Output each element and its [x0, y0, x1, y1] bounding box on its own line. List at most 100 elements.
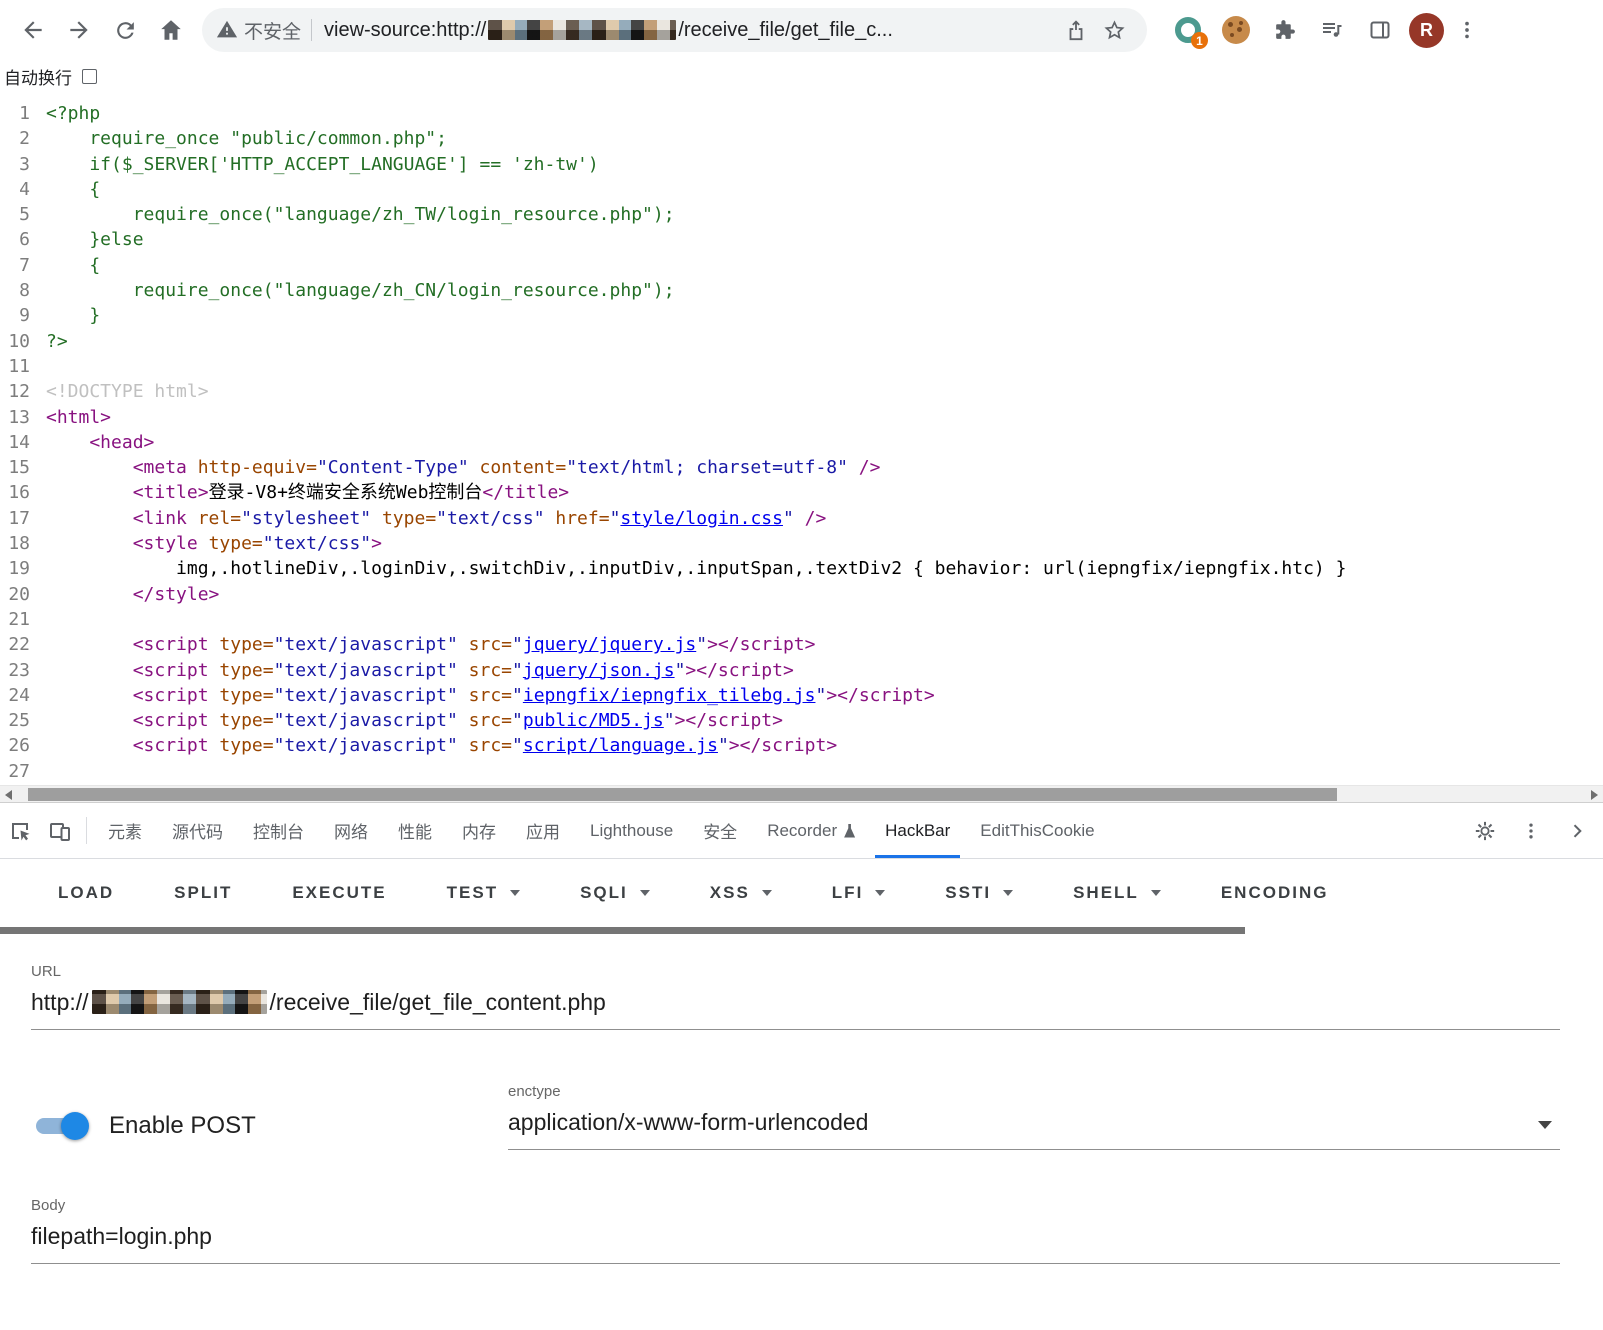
source-link[interactable]: public/MD5.js	[523, 710, 664, 731]
hackbar-scrollbar-thumb[interactable]	[0, 927, 1245, 934]
hackbar-item-lfi[interactable]: LFI	[802, 883, 916, 903]
syntax-token: "	[664, 710, 675, 731]
scroll-left-arrow-icon[interactable]	[5, 790, 12, 800]
syntax-token: "	[512, 634, 523, 655]
cookie-extension-button[interactable]	[1217, 11, 1255, 49]
devtools-tab-HackBar[interactable]: HackBar	[870, 803, 965, 858]
inspect-cursor-icon	[8, 819, 32, 843]
kebab-menu-icon	[1456, 19, 1478, 41]
browser-toolbar: 不安全 view-source:http:///receive_file/get…	[0, 0, 1603, 60]
reload-icon	[113, 18, 138, 43]
side-panel-button[interactable]	[1361, 11, 1399, 49]
url-text[interactable]: view-source:http:///receive_file/get_fil…	[324, 19, 1053, 42]
devtools-tab-EditThisCookie[interactable]: EditThisCookie	[965, 803, 1109, 858]
syntax-token: "	[610, 508, 621, 529]
syntax-token	[458, 710, 469, 731]
gear-icon	[1474, 820, 1496, 842]
source-link[interactable]: jquery/jquery.js	[523, 634, 696, 655]
playlist-extension-button[interactable]	[1313, 11, 1351, 49]
address-bar[interactable]: 不安全 view-source:http:///receive_file/get…	[202, 8, 1147, 52]
share-button[interactable]	[1057, 11, 1095, 49]
code-text: require_once "public/common.php";	[46, 126, 447, 151]
hackbar-item-execute[interactable]: EXECUTE	[262, 883, 416, 903]
word-wrap-checkbox[interactable]	[82, 69, 97, 84]
hackbar-item-encoding[interactable]: ENCODING	[1191, 883, 1359, 903]
syntax-token: "Content-Type"	[317, 457, 469, 478]
source-line: 7 {	[0, 253, 1603, 278]
syntax-token: src=	[469, 685, 512, 706]
devtools-tab-应用[interactable]: 应用	[511, 803, 575, 858]
browser-menu-button[interactable]	[1454, 11, 1480, 49]
devtools-tab-Lighthouse[interactable]: Lighthouse	[575, 803, 688, 858]
more-tabs-button[interactable]	[1557, 821, 1597, 841]
hackbar-item-split[interactable]: SPLIT	[144, 883, 262, 903]
body-input[interactable]: filepath=login.php	[31, 1223, 1560, 1264]
proxy-extension-button[interactable]: 1	[1169, 11, 1207, 49]
syntax-token: "	[512, 710, 523, 731]
scroll-right-arrow-icon[interactable]	[1591, 790, 1598, 800]
reload-button[interactable]	[102, 7, 148, 53]
horizontal-scrollbar[interactable]	[0, 785, 1603, 802]
syntax-token: rel=	[198, 508, 241, 529]
syntax-token: type=	[219, 735, 273, 756]
hackbar-item-xss[interactable]: XSS	[680, 883, 802, 903]
inspect-element-button[interactable]	[0, 803, 40, 858]
code-text: <link rel="stylesheet" type="text/css" h…	[46, 506, 826, 531]
dropdown-caret-icon	[762, 890, 772, 896]
code-text: }	[46, 303, 100, 328]
enable-post-toggle[interactable]	[31, 1111, 91, 1141]
syntax-token: ></script>	[675, 710, 783, 731]
syntax-token: />	[794, 508, 827, 529]
syntax-token: type=	[382, 508, 436, 529]
devtools-tab-控制台[interactable]: 控制台	[238, 803, 319, 858]
url-input[interactable]: http:///receive_file/get_file_content.ph…	[31, 989, 1560, 1030]
devtools-tab-Recorder[interactable]: Recorder	[752, 803, 870, 858]
share-icon	[1065, 19, 1087, 41]
syntax-token: require_once("language/zh_TW/login_resou…	[46, 204, 675, 225]
devtools-tab-内存[interactable]: 内存	[447, 803, 511, 858]
devtools-tab-源代码[interactable]: 源代码	[157, 803, 238, 858]
hackbar-item-shell[interactable]: SHELL	[1043, 883, 1191, 903]
source-link[interactable]: script/language.js	[523, 735, 718, 756]
source-link[interactable]: jquery/json.js	[523, 660, 675, 681]
home-button[interactable]	[148, 7, 194, 53]
line-number: 11	[0, 354, 46, 379]
syntax-token: "text/css"	[263, 533, 371, 554]
devtools-menu-button[interactable]	[1511, 821, 1551, 841]
cookie-icon	[1222, 16, 1250, 44]
forward-button[interactable]	[56, 7, 102, 53]
source-link[interactable]: iepngfix/iepngfix_tilebg.js	[523, 685, 816, 706]
code-text: </style>	[46, 582, 219, 607]
syntax-token: <script	[46, 660, 219, 681]
devtools-tab-性能[interactable]: 性能	[383, 803, 447, 858]
scrollbar-thumb[interactable]	[28, 788, 1337, 801]
syntax-token: src=	[469, 634, 512, 655]
line-number: 4	[0, 177, 46, 202]
extensions-menu-button[interactable]	[1265, 11, 1303, 49]
device-toolbar-button[interactable]	[40, 803, 80, 858]
devtools-tab-元素[interactable]: 元素	[93, 803, 157, 858]
source-line: 17 <link rel="stylesheet" type="text/css…	[0, 506, 1603, 531]
back-button[interactable]	[10, 7, 56, 53]
devtools-tab-网络[interactable]: 网络	[319, 803, 383, 858]
hackbar-item-load[interactable]: LOAD	[28, 883, 144, 903]
syntax-token	[469, 457, 480, 478]
code-text: <meta http-equiv="Content-Type" content=…	[46, 455, 880, 480]
not-secure-warning-icon[interactable]	[216, 19, 238, 41]
enctype-select[interactable]: application/x-www-form-urlencoded	[508, 1109, 1560, 1150]
profile-avatar[interactable]: R	[1409, 13, 1444, 48]
syntax-token: <meta	[46, 457, 198, 478]
enctype-field-label: enctype	[508, 1083, 561, 1100]
hackbar-item-sqli[interactable]: SQLI	[550, 883, 680, 903]
syntax-token	[371, 508, 382, 529]
hackbar-item-ssti[interactable]: SSTI	[915, 883, 1043, 903]
line-number: 17	[0, 506, 46, 531]
line-number: 14	[0, 430, 46, 455]
code-text: <!DOCTYPE html>	[46, 379, 209, 404]
source-link[interactable]: style/login.css	[620, 508, 783, 529]
bookmark-button[interactable]	[1095, 11, 1133, 49]
devtools-tab-安全[interactable]: 安全	[688, 803, 752, 858]
source-line: 8 require_once("language/zh_CN/login_res…	[0, 278, 1603, 303]
devtools-settings-button[interactable]	[1465, 820, 1505, 842]
hackbar-item-test[interactable]: TEST	[417, 883, 550, 903]
